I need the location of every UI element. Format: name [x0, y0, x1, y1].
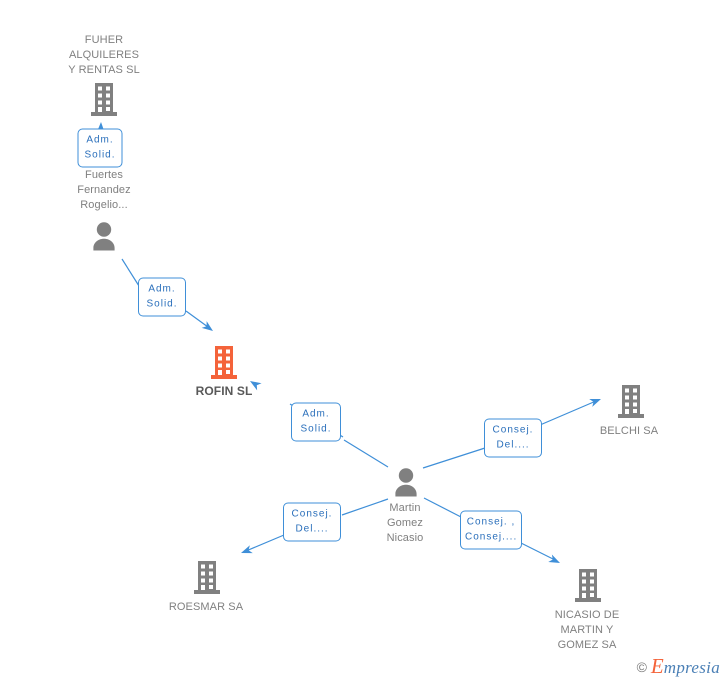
edge-label-fuertes-rofin[interactable]: Adm. Solid. — [138, 277, 186, 317]
building-icon[interactable] — [194, 561, 220, 595]
empresia-watermark: © Empresia — [637, 654, 720, 679]
node-label-martin: Martin Gomez Nicasio — [386, 502, 424, 544]
person-icon[interactable] — [91, 222, 118, 251]
copyright-symbol: © — [636, 658, 647, 675]
building-icon[interactable] — [618, 385, 644, 419]
relationship-graph-canvas[interactable]: FUHER ALQUILERES Y RENTAS SL Fuertes Fern… — [0, 0, 728, 685]
building-icon[interactable] — [575, 569, 601, 603]
brand-name: mpresia — [663, 658, 720, 677]
edge-martin-roesmar-arrowhead — [241, 545, 253, 554]
node-label-nicasio: NICASIO DE MARTIN Y GOMEZ SA — [554, 609, 620, 651]
edge-label-martin-belchi[interactable]: Consej. Del.... — [484, 418, 542, 458]
node-label-belchi: BELCHI SA — [599, 425, 659, 437]
person-icon[interactable] — [393, 468, 420, 497]
node-label-fuertes: Fuertes Fernandez Rogelio... — [77, 169, 131, 211]
node-label-roesmar: ROESMAR SA — [168, 601, 244, 613]
node-label-fuher: FUHER ALQUILERES Y RENTAS SL — [68, 34, 140, 76]
edge-label-martin-nicasio[interactable]: Consej. , Consej.... — [460, 510, 522, 550]
edge-label-fuertes-fuher[interactable]: Adm. Solid. — [77, 128, 123, 168]
node-label-rofin: ROFIN SL — [195, 384, 253, 398]
edge-label-martin-roesmar[interactable]: Consej. Del.... — [283, 502, 341, 542]
edge-fuertes-rofin-arrowhead — [201, 321, 213, 331]
building-icon[interactable] — [91, 83, 117, 117]
edge-martin-nicasio-arrowhead — [548, 554, 560, 563]
brand-initial: E — [650, 654, 664, 678]
building-icon[interactable] — [211, 346, 237, 380]
edge-martin-belchi-arrowhead — [589, 399, 601, 407]
edge-label-martin-rofin[interactable]: Adm. Solid. — [291, 402, 341, 442]
